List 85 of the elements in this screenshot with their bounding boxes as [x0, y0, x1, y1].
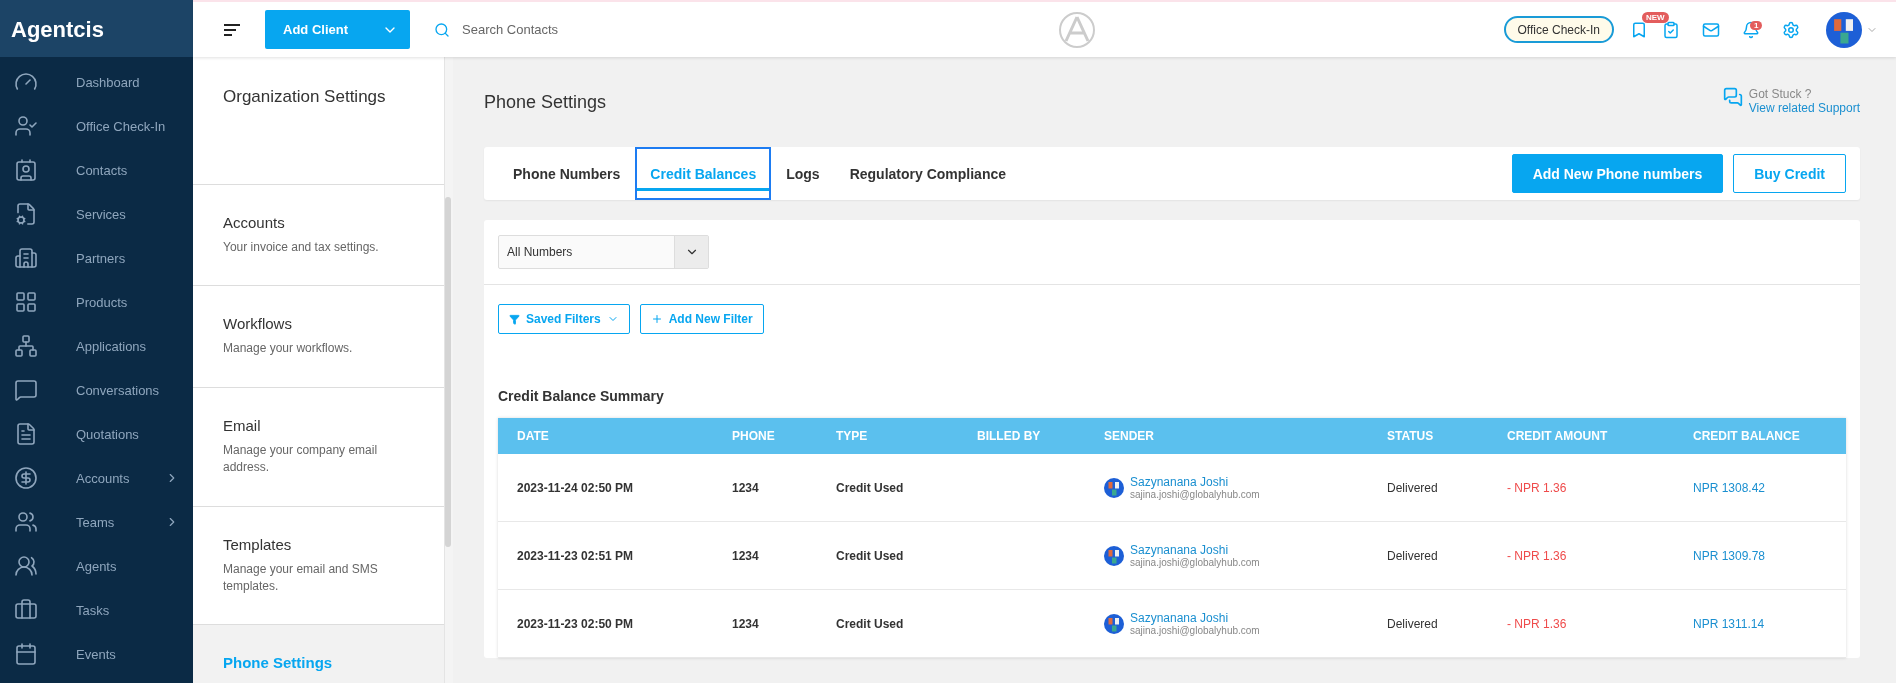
clipboard-check-icon[interactable]: [1662, 20, 1680, 39]
logo-icon: [1058, 10, 1096, 49]
calendar-icon: [14, 642, 38, 666]
nav-item[interactable]: Accounts: [0, 456, 193, 500]
sender-email: sajina.joshi@globalyhub.com: [1130, 489, 1260, 500]
dollar-icon: [14, 466, 38, 490]
table-cell-text: Credit Used: [836, 480, 905, 495]
mail-icon[interactable]: [1702, 20, 1720, 39]
tab[interactable]: Logs: [771, 147, 835, 200]
nav-item[interactable]: Services: [0, 192, 193, 236]
table-cell-text: NPR 1308.42: [1693, 480, 1767, 495]
network-icon: [14, 334, 38, 358]
user-arrow-icon: [14, 114, 38, 138]
column-header: CREDIT AMOUNT: [1507, 429, 1609, 443]
page-title: Phone Settings: [484, 91, 607, 114]
building-icon: [14, 246, 38, 270]
table-cell-text: 2023-11-23 02:51 PM: [517, 548, 635, 563]
file-gear-icon: [14, 202, 38, 226]
users-icon: [14, 510, 38, 534]
table-cell-text: 2023-11-23 02:50 PM: [517, 616, 635, 631]
column-header: BILLED BY: [977, 429, 1042, 443]
table-cell-text: NPR 1311.14: [1693, 616, 1766, 631]
sender-name[interactable]: Sazynanana Joshi: [1130, 475, 1260, 489]
tab[interactable]: Regulatory Compliance: [834, 147, 1021, 200]
table-cell-text: Delivered: [1387, 548, 1439, 563]
sender-name[interactable]: Sazynanana Joshi: [1130, 543, 1260, 557]
nav-item[interactable]: Events: [0, 632, 193, 676]
nav-item[interactable]: Contacts: [0, 148, 193, 192]
nav-item[interactable]: Teams: [0, 500, 193, 544]
tab[interactable]: Phone Numbers: [498, 147, 636, 200]
new-badge: NEW: [1642, 11, 1669, 23]
plus-icon: [650, 313, 663, 325]
table-cell-text: NPR 1309.78: [1693, 548, 1767, 563]
search-icon[interactable]: [434, 21, 450, 38]
nav-item[interactable]: Tasks: [0, 588, 193, 632]
table-cell-text: Credit Used: [836, 616, 905, 631]
nav-item[interactable]: Products: [0, 280, 193, 324]
briefcase-icon: [14, 598, 38, 622]
nav-item[interactable]: Conversations: [0, 368, 193, 412]
table-cell-text: 1234: [732, 480, 760, 495]
sender-email: sajina.joshi@globalyhub.com: [1130, 625, 1260, 636]
settings-icon[interactable]: [1782, 20, 1800, 39]
table-cell-text: - NPR 1.36: [1507, 480, 1568, 495]
office-check-in-button[interactable]: Office Check-In: [1503, 16, 1614, 43]
table-cell-text: 2023-11-24 02:50 PM: [517, 480, 635, 495]
help-chat-icon: [1722, 87, 1743, 107]
column-header: STATUS: [1387, 429, 1435, 443]
help-question: Got Stuck ?: [1748, 87, 1813, 101]
contact-card-icon: [14, 158, 38, 182]
sender-name[interactable]: Sazynanana Joshi: [1130, 611, 1260, 625]
notification-count: 1: [1750, 20, 1763, 30]
menu-icon[interactable]: [223, 22, 241, 37]
nav-item[interactable]: Quotations: [0, 412, 193, 456]
nav-item[interactable]: Dashboard: [0, 60, 193, 104]
table-cell-text: - NPR 1.36: [1507, 548, 1568, 563]
nav-item[interactable]: Applications: [0, 324, 193, 368]
sender-avatar: [1104, 545, 1124, 566]
nav-item[interactable]: Partners: [0, 236, 193, 280]
table-cell-text: - NPR 1.36: [1507, 616, 1568, 631]
table-cell-text: 1234: [732, 548, 760, 563]
number-select[interactable]: All Numbers: [498, 235, 709, 269]
nav-item[interactable]: Agents: [0, 544, 193, 588]
table-cell-text: 1234: [732, 616, 760, 631]
grid-icon: [14, 290, 38, 314]
bookmark-icon[interactable]: [1630, 20, 1648, 39]
table-cell-text: Delivered: [1387, 480, 1439, 495]
document-icon: [14, 422, 38, 446]
sender-avatar: [1104, 477, 1124, 498]
nav-item[interactable]: Office Check-In: [0, 104, 193, 148]
column-header: PHONE: [732, 429, 776, 443]
column-header: CREDIT BALANCE: [1693, 429, 1801, 443]
chat-icon: [14, 378, 38, 402]
column-header: DATE: [517, 429, 550, 443]
table-cell-text: Delivered: [1387, 616, 1439, 631]
sender-email: sajina.joshi@globalyhub.com: [1130, 557, 1260, 568]
column-header: TYPE: [836, 429, 869, 443]
support-link[interactable]: View related Support: [1748, 101, 1860, 115]
section-title: Credit Balance Summary: [497, 387, 665, 406]
brand-logo[interactable]: Agentcis: [0, 0, 193, 57]
filter-icon: [509, 313, 520, 325]
group-icon: [14, 554, 38, 578]
column-header: SENDER: [1104, 429, 1155, 443]
sender-avatar: [1104, 613, 1124, 634]
user-avatar: [1826, 11, 1862, 48]
table-cell-text: Credit Used: [836, 548, 905, 563]
